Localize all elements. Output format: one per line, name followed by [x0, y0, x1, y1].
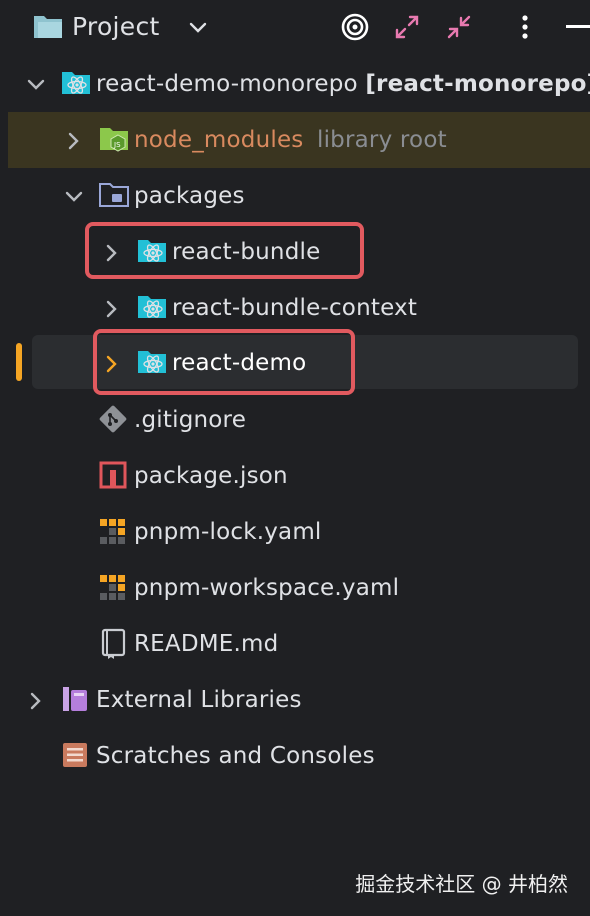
folder-icon	[98, 180, 130, 214]
module-name: [react-monorepo]	[365, 71, 590, 97]
tree-item-label: README.md	[134, 631, 279, 657]
chevron-down-icon[interactable]	[26, 75, 46, 99]
tree-item-label: External Libraries	[96, 687, 302, 713]
more-icon[interactable]	[510, 12, 540, 46]
tree-item-packages[interactable]: packages	[0, 168, 590, 224]
tree-item-label: pnpm-workspace.yaml	[134, 575, 400, 601]
tree-item-readme[interactable]: README.md	[0, 616, 590, 672]
library-icon	[60, 684, 90, 718]
tree-item-package-json[interactable]: package.json	[0, 448, 590, 504]
tree-root-item[interactable]: react-demo-monorepo [react-monorepo]	[0, 56, 590, 112]
tree-item-gitignore[interactable]: .gitignore	[0, 392, 590, 448]
minimize-icon[interactable]	[564, 12, 590, 46]
tool-window-header: Project	[0, 0, 590, 56]
react-module-folder-icon	[60, 68, 92, 102]
folder-icon	[32, 12, 64, 44]
node-modules-label: node_modules	[134, 127, 304, 153]
git-icon	[98, 404, 128, 438]
chevron-down-icon[interactable]	[188, 18, 208, 42]
chevron-right-icon[interactable]	[64, 131, 84, 155]
pnpm-icon	[98, 516, 128, 550]
svg-text:JS: JS	[113, 141, 121, 149]
chevron-right-icon[interactable]	[26, 691, 46, 715]
tree-item-label: Scratches and Consoles	[96, 743, 375, 769]
tree-item-pnpm-lock[interactable]: pnpm-lock.yaml	[0, 504, 590, 560]
expand-icon[interactable]	[392, 12, 422, 46]
node-folder-icon: JS	[98, 124, 130, 158]
npm-icon	[98, 460, 128, 494]
watermark: 掘金技术社区 @ 井柏然	[355, 872, 568, 896]
tree-item-react-bundle-context[interactable]: react-bundle-context	[0, 280, 590, 336]
tree-root-label: react-demo-monorepo [react-monorepo]	[96, 56, 590, 112]
readme-book-icon	[100, 628, 128, 664]
tree-item-label: react-bundle-context	[172, 295, 418, 321]
project-name: react-demo-monorepo	[96, 71, 358, 97]
chevron-right-icon[interactable]	[102, 299, 122, 323]
tree-item-label: node_modules library root	[134, 112, 447, 168]
tree-item-label: .gitignore	[134, 407, 247, 433]
tree-item-external-libraries[interactable]: External Libraries	[0, 672, 590, 728]
tree-item-label: pnpm-lock.yaml	[134, 519, 322, 545]
scratches-icon	[60, 740, 90, 774]
tree-item-label: package.json	[134, 463, 288, 489]
pnpm-icon	[98, 572, 128, 606]
react-module-folder-icon	[136, 292, 168, 326]
target-icon[interactable]	[340, 12, 370, 46]
tool-window-title[interactable]: Project	[72, 10, 160, 44]
annotation-box	[93, 329, 355, 395]
tree-item-pnpm-workspace[interactable]: pnpm-workspace.yaml	[0, 560, 590, 616]
tree-item-node-modules[interactable]: JS node_modules library root	[0, 112, 590, 168]
library-root-suffix: library root	[317, 127, 447, 153]
chevron-down-icon[interactable]	[64, 187, 84, 211]
tree-item-scratches[interactable]: Scratches and Consoles	[0, 728, 590, 784]
annotation-box	[85, 222, 364, 279]
tree-item-label: packages	[134, 183, 245, 209]
collapse-icon[interactable]	[444, 12, 474, 46]
